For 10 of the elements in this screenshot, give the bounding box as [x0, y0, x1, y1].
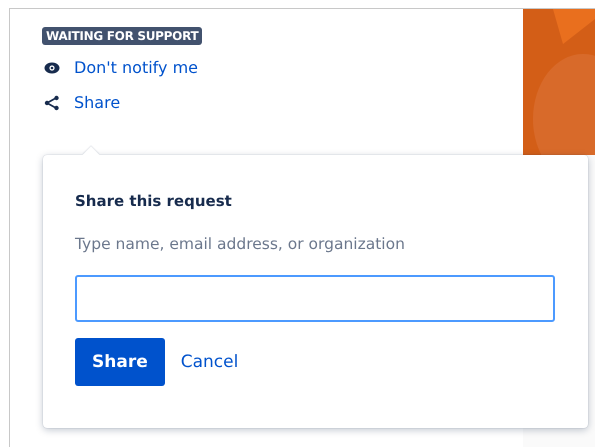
notify-link[interactable]: Don't notify me [74, 58, 198, 77]
recipient-field[interactable] [75, 275, 555, 322]
share-button[interactable]: Share [75, 338, 165, 386]
field-label: Type name, email address, or organization [75, 235, 406, 253]
popup-title: Share this request [75, 192, 233, 210]
status-lozenge: WAITING FOR SUPPORT [42, 27, 202, 45]
cancel-button[interactable]: Cancel [180, 338, 238, 386]
share-icon [44, 94, 60, 110]
share-link[interactable]: Share [74, 93, 120, 112]
eye-icon [44, 60, 60, 76]
